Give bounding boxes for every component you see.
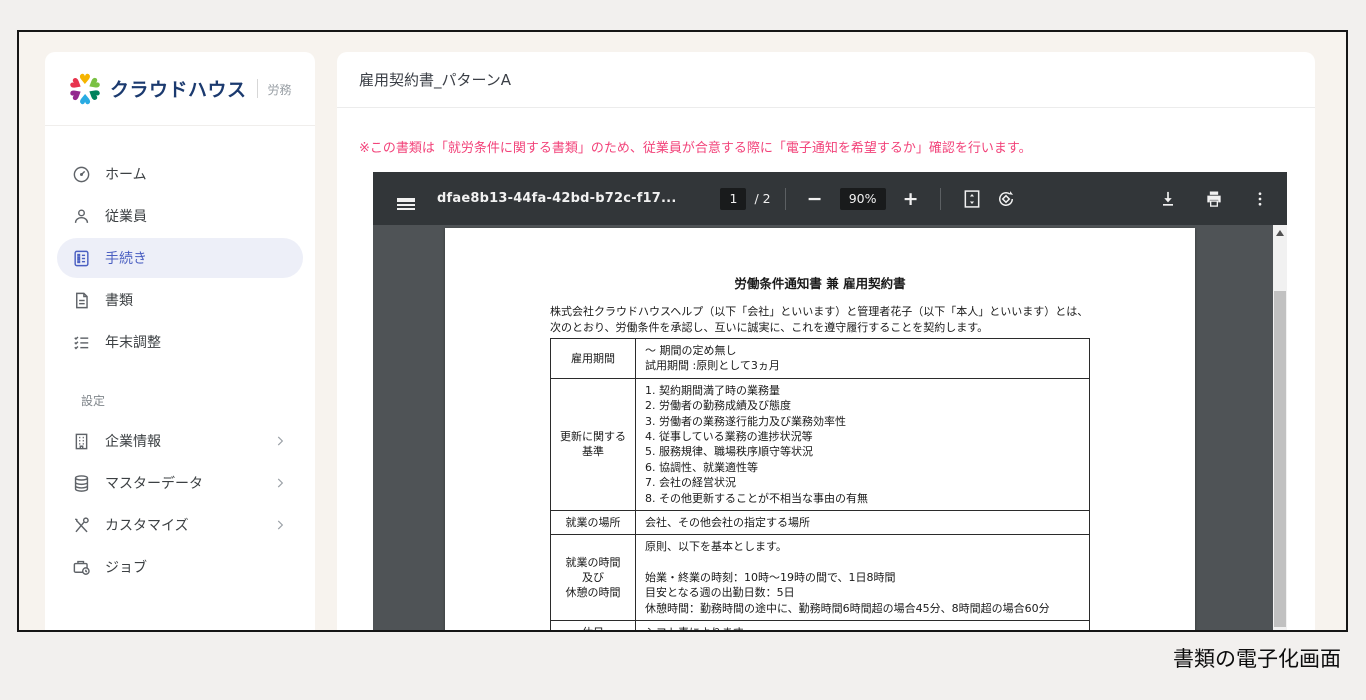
sidebar-item-company-info[interactable]: 企業情報 <box>57 421 303 461</box>
main-header: 雇用契約書_パターンA <box>337 52 1315 108</box>
row-label: 雇用期間 <box>551 339 636 379</box>
more-options-icon[interactable] <box>1243 182 1277 216</box>
sidebar-item-documents[interactable]: 書類 <box>57 280 303 320</box>
database-icon <box>71 473 91 493</box>
person-icon <box>71 206 91 226</box>
row-value: 会社、その他会社の指定する場所 <box>636 510 1090 534</box>
sidebar-item-yearend[interactable]: 年末調整 <box>57 322 303 362</box>
row-value: 原則、以下を基本とします。 始業・終業の時刻：10時～19時の間で、1日8時間 … <box>636 535 1090 621</box>
document-intro: 株式会社クラウドハウスヘルプ（以下「会社」といいます）と管理者花子（以下「本人」… <box>550 304 1092 336</box>
app-window: ♥ ♥ ♥ ♥ ♥ ♥ クラウドハウス 労務 ホーム <box>17 30 1348 632</box>
sidebar-item-label: 従業員 <box>105 206 147 226</box>
toolbar-divider <box>940 188 941 210</box>
settings-section-label: 設定 <box>55 364 305 419</box>
sidebar-item-customize[interactable]: カスタマイズ <box>57 505 303 545</box>
toolbar-divider <box>785 188 786 210</box>
row-label: 就業の時間 及び 休憩の時間 <box>551 535 636 621</box>
sidebar: ♥ ♥ ♥ ♥ ♥ ♥ クラウドハウス 労務 ホーム <box>45 52 315 630</box>
pdf-viewer: dfae8b13-44fa-42bd-b72c-f17... 1 / 2 − 9… <box>373 172 1287 630</box>
sidebar-item-label: 書類 <box>105 290 133 310</box>
sidebar-item-label: 手続き <box>105 248 147 268</box>
tools-icon <box>71 515 91 535</box>
dashboard-icon <box>71 164 91 184</box>
notice-text: ※この書類は「就労条件に関する書類」のため、従業員が合意する際に「電子通知を希望… <box>359 137 1293 156</box>
sidebar-item-employees[interactable]: 従業員 <box>57 196 303 236</box>
row-label: 休日 <box>551 621 636 630</box>
zoom-level[interactable]: 90% <box>840 188 886 210</box>
sidebar-item-label: カスタマイズ <box>105 515 189 535</box>
chevron-right-icon <box>273 518 287 532</box>
building-icon <box>71 431 91 451</box>
sidebar-item-label: 年末調整 <box>105 332 161 352</box>
row-value: ～ 期間の定め無し 試用期間 :原則として3ヵ月 <box>636 339 1090 379</box>
fit-page-icon[interactable] <box>955 182 989 216</box>
brand-suffix: 労務 <box>257 79 292 98</box>
table-row: 雇用期間 ～ 期間の定め無し 試用期間 :原則として3ヵ月 <box>551 339 1090 379</box>
chevron-right-icon <box>273 476 287 490</box>
chevron-right-icon <box>273 434 287 448</box>
logo[interactable]: ♥ ♥ ♥ ♥ ♥ ♥ クラウドハウス 労務 <box>45 52 315 126</box>
table-row: 就業の時間 及び 休憩の時間 原則、以下を基本とします。 始業・終業の時刻：10… <box>551 535 1090 621</box>
sidebar-item-label: ジョブ <box>105 557 147 577</box>
checklist-icon <box>71 248 91 268</box>
scrollbar-thumb[interactable] <box>1274 291 1286 627</box>
screenshot-caption: 書類の電子化画面 <box>1173 643 1341 673</box>
pdf-filename: dfae8b13-44fa-42bd-b72c-f17... <box>437 191 676 206</box>
table-row: 更新に関する 基準 1. 契約期間満了時の業務量 2. 労働者の勤務成績及び態度… <box>551 378 1090 510</box>
sidebar-item-jobs[interactable]: ジョブ <box>57 547 303 587</box>
list-check-icon <box>71 332 91 352</box>
page-number-input[interactable]: 1 <box>720 188 746 210</box>
download-icon[interactable] <box>1151 182 1185 216</box>
pdf-page: 労働条件通知書 兼 雇用契約書 株式会社クラウドハウスヘルプ（以下「会社」といい… <box>445 228 1195 630</box>
rotate-icon[interactable] <box>989 182 1023 216</box>
briefcase-clock-icon <box>71 557 91 577</box>
sidebar-item-master-data[interactable]: マスターデータ <box>57 463 303 503</box>
brand-pinwheel-icon: ♥ ♥ ♥ ♥ ♥ ♥ <box>69 73 101 105</box>
main-panel: 雇用契約書_パターンA ※この書類は「就労条件に関する書類」のため、従業員が合意… <box>337 52 1315 630</box>
zoom-in-button[interactable]: + <box>896 188 926 210</box>
row-label: 就業の場所 <box>551 510 636 534</box>
sidebar-item-procedures[interactable]: 手続き <box>57 238 303 278</box>
zoom-out-button[interactable]: − <box>800 188 830 210</box>
page-total: / 2 <box>754 191 770 206</box>
sidebar-item-label: 企業情報 <box>105 431 161 451</box>
sidebar-item-home[interactable]: ホーム <box>57 154 303 194</box>
brand-name: クラウドハウス <box>110 75 247 102</box>
print-icon[interactable] <box>1197 182 1231 216</box>
table-row: 休日 シフト表によります。 <box>551 621 1090 630</box>
sidebar-item-label: マスターデータ <box>105 473 203 493</box>
page-title: 雇用契約書_パターンA <box>359 69 511 90</box>
scrollbar[interactable] <box>1273 225 1287 630</box>
pdf-toolbar: dfae8b13-44fa-42bd-b72c-f17... 1 / 2 − 9… <box>373 172 1287 225</box>
row-value: 1. 契約期間満了時の業務量 2. 労働者の勤務成績及び態度 3. 労働者の業務… <box>636 378 1090 510</box>
row-label: 更新に関する 基準 <box>551 378 636 510</box>
table-row: 就業の場所 会社、その他会社の指定する場所 <box>551 510 1090 534</box>
menu-icon[interactable] <box>389 182 423 216</box>
sidebar-item-label: ホーム <box>105 164 147 184</box>
document-icon <box>71 290 91 310</box>
row-value: シフト表によります。 <box>636 621 1090 630</box>
document-title: 労働条件通知書 兼 雇用契約書 <box>445 273 1195 292</box>
scroll-up-icon[interactable] <box>1273 225 1287 241</box>
conditions-table: 雇用期間 ～ 期間の定め無し 試用期間 :原則として3ヵ月 更新に関する 基準 … <box>550 338 1090 630</box>
